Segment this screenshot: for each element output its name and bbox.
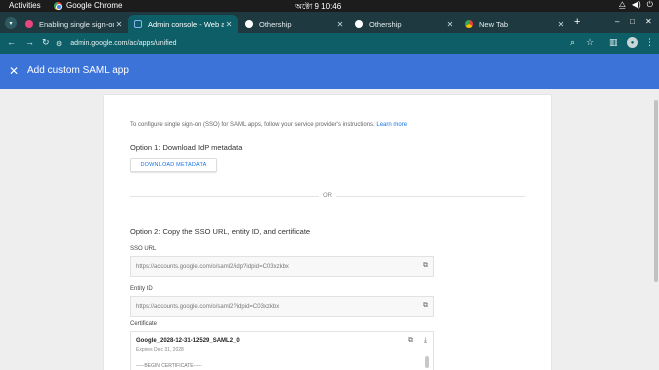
certificate-scrollbar[interactable] bbox=[425, 356, 429, 368]
activities-button[interactable]: Activities bbox=[9, 1, 41, 10]
sso-url-value: https://accounts.google.com/o/saml2/idp?… bbox=[136, 263, 289, 270]
minimize-icon[interactable]: – bbox=[615, 17, 619, 26]
site-info-icon[interactable]: ⚙ bbox=[56, 40, 62, 48]
github-icon bbox=[245, 20, 253, 28]
profile-avatar[interactable]: ● bbox=[627, 37, 638, 48]
tab-title: New Tab bbox=[479, 19, 509, 29]
main-content: To configure single sign-on (SSO) for SA… bbox=[0, 89, 659, 370]
entity-id-label: Entity ID bbox=[130, 286, 153, 292]
admin-icon bbox=[134, 20, 142, 28]
close-tab-icon[interactable]: ✕ bbox=[445, 20, 455, 29]
close-tab-icon[interactable]: ✕ bbox=[556, 20, 566, 29]
close-tab-icon[interactable]: ✕ bbox=[335, 20, 345, 29]
certificate-text[interactable]: -----BEGIN CERTIFICATE----- bbox=[136, 363, 202, 369]
zoom-icon[interactable]: ⌕ bbox=[570, 37, 575, 48]
maximize-icon[interactable]: □ bbox=[630, 17, 635, 26]
browser-toolbar: ← → ↻ ⚙ admin.google.com/ac/apps/unified… bbox=[0, 33, 659, 54]
sso-url-field[interactable]: https://accounts.google.com/o/saml2/idp?… bbox=[130, 256, 434, 277]
menu-icon[interactable]: ⋮ bbox=[645, 37, 654, 48]
close-tab-icon[interactable]: ✕ bbox=[114, 20, 124, 29]
option1-title: Option 1: Download IdP metadata bbox=[130, 143, 243, 152]
certificate-label: Certificate bbox=[130, 321, 158, 327]
chrome-icon bbox=[465, 20, 473, 28]
tab-othership-1[interactable]: Othership ✕ bbox=[239, 15, 349, 33]
system-tray[interactable]: ⧋ ◀) ⏻ bbox=[619, 0, 653, 10]
entity-id-field[interactable]: https://accounts.google.com/o/saml2?idpi… bbox=[130, 296, 434, 317]
learn-more-link[interactable]: Learn more bbox=[376, 122, 407, 128]
tab-title: Othership bbox=[369, 19, 402, 29]
close-icon[interactable]: ✕ bbox=[9, 64, 19, 78]
tab-othership-2[interactable]: Othership ✕ bbox=[349, 15, 459, 33]
tab-title: Othership bbox=[259, 19, 292, 29]
tab-title: Admin console - Web an bbox=[148, 19, 224, 29]
forward-icon[interactable]: → bbox=[25, 37, 34, 47]
option2-title: Option 2: Copy the SSO URL, entity ID, a… bbox=[130, 227, 311, 236]
or-separator: OR bbox=[319, 193, 336, 199]
close-tab-icon[interactable]: ✕ bbox=[224, 20, 234, 29]
saml-card: To configure single sign-on (SSO) for SA… bbox=[104, 95, 551, 370]
tab-strip: ▾ Enabling single sign-on a ✕ Admin cons… bbox=[0, 12, 659, 33]
certificate-box: Google_2028-12-31-12529_SAML2_0 Expires … bbox=[130, 331, 434, 370]
app-name: Google Chrome bbox=[66, 1, 123, 10]
download-metadata-button[interactable]: DOWNLOAD METADATA bbox=[130, 158, 217, 172]
power-icon: ⏻ bbox=[646, 0, 653, 9]
github-icon bbox=[355, 20, 363, 28]
new-tab-button[interactable]: + bbox=[574, 16, 580, 28]
certificate-name: Google_2028-12-31-12529_SAML2_0 bbox=[136, 338, 240, 344]
app-header: ✕ Add custom SAML app bbox=[0, 54, 659, 89]
certificate-expiry: Expires Dec 31, 2028 bbox=[136, 347, 184, 353]
entity-id-value: https://accounts.google.com/o/saml2?idpi… bbox=[136, 303, 280, 310]
close-window-icon[interactable]: ✕ bbox=[645, 17, 652, 26]
tab-enabling-sso[interactable]: Enabling single sign-on a ✕ bbox=[19, 15, 128, 33]
pink-icon bbox=[25, 20, 33, 28]
address-bar[interactable]: ⚙ admin.google.com/ac/apps/unified bbox=[56, 36, 576, 51]
copy-icon[interactable]: ⧉ bbox=[423, 302, 428, 310]
tab-search-button[interactable]: ▾ bbox=[5, 17, 17, 29]
system-top-bar: Activities Google Chrome অক্টো 9 10:46 ⧋… bbox=[0, 0, 659, 12]
tab-title: Enabling single sign-on a bbox=[39, 19, 114, 29]
tab-new-tab[interactable]: New Tab ✕ bbox=[459, 15, 570, 33]
download-icon[interactable]: ⤓ bbox=[424, 337, 427, 345]
copy-icon[interactable]: ⧉ bbox=[423, 262, 428, 270]
network-icon: ⧋ bbox=[618, 0, 626, 9]
url-text: admin.google.com/ac/apps/unified bbox=[70, 40, 177, 47]
page-title: Add custom SAML app bbox=[27, 65, 129, 76]
app-menu[interactable]: Google Chrome bbox=[54, 1, 122, 10]
tab-admin-console[interactable]: Admin console - Web an ✕ bbox=[128, 15, 238, 33]
intro-sentence: To configure single sign-on (SSO) for SA… bbox=[130, 122, 375, 128]
bookmark-star-icon[interactable]: ☆ bbox=[586, 37, 594, 48]
back-icon[interactable]: ← bbox=[7, 37, 16, 47]
volume-icon: ◀) bbox=[631, 0, 641, 9]
sidepanel-icon[interactable]: ▥ bbox=[609, 37, 618, 48]
intro-text: To configure single sign-on (SSO) for SA… bbox=[130, 122, 407, 128]
copy-icon[interactable]: ⧉ bbox=[408, 337, 413, 345]
sso-url-label: SSO URL bbox=[130, 246, 157, 252]
chrome-icon bbox=[54, 1, 62, 10]
page-scrollbar[interactable] bbox=[654, 100, 658, 282]
reload-icon[interactable]: ↻ bbox=[42, 37, 50, 48]
